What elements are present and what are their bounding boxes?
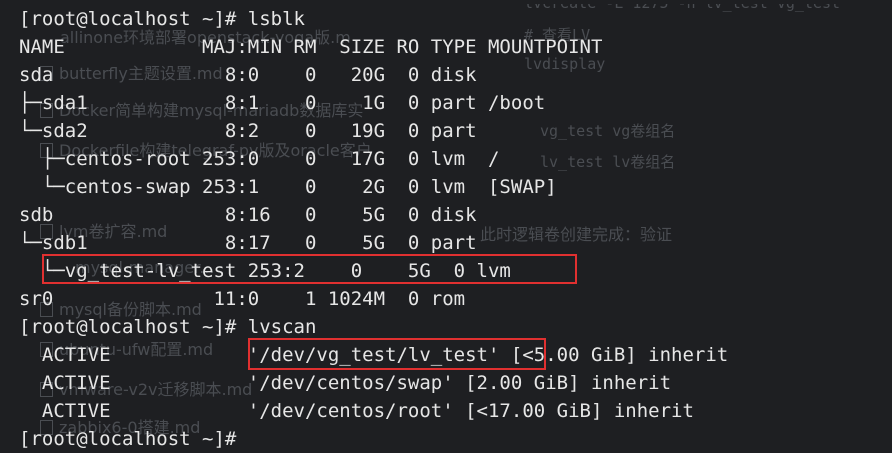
top-strip [0,0,892,4]
terminal-output[interactable]: [root@localhost ~]# lsblk NAME MAJ:MIN R… [19,5,889,453]
terminal-line: ├─sda1 8:1 0 1G 0 part /boot [19,92,546,114]
terminal-line: [root@localhost ~]# lvscan [19,316,317,338]
terminal-line: [root@localhost ~]# lsblk [19,8,305,30]
highlight-box-lv-path [248,338,546,370]
terminal-line: [root@localhost ~]# [19,428,237,450]
terminal-line: sr0 11:0 1 1024M 0 rom [19,288,466,310]
terminal-line: NAME MAJ:MIN RM SIZE RO TYPE MOUNTPOINT [19,36,603,58]
terminal-line: sda 8:0 0 20G 0 disk [19,64,477,86]
terminal-line: sdb 8:16 0 5G 0 disk [19,204,477,226]
highlight-box-lv-row [42,254,577,284]
terminal-line: └─sdb1 8:17 0 5G 0 part [19,232,477,254]
terminal-line: └─sda2 8:2 0 19G 0 part [19,120,477,142]
terminal-line: ├─centos-root 253:0 0 17G 0 lvm / [19,148,500,170]
terminal-line: ACTIVE '/dev/centos/root' [<17.00 GiB] i… [19,400,694,422]
terminal-line: └─centos-swap 253:1 0 2G 0 lvm [SWAP] [19,176,557,198]
terminal-line: ACTIVE '/dev/centos/swap' [2.00 GiB] inh… [19,372,672,394]
